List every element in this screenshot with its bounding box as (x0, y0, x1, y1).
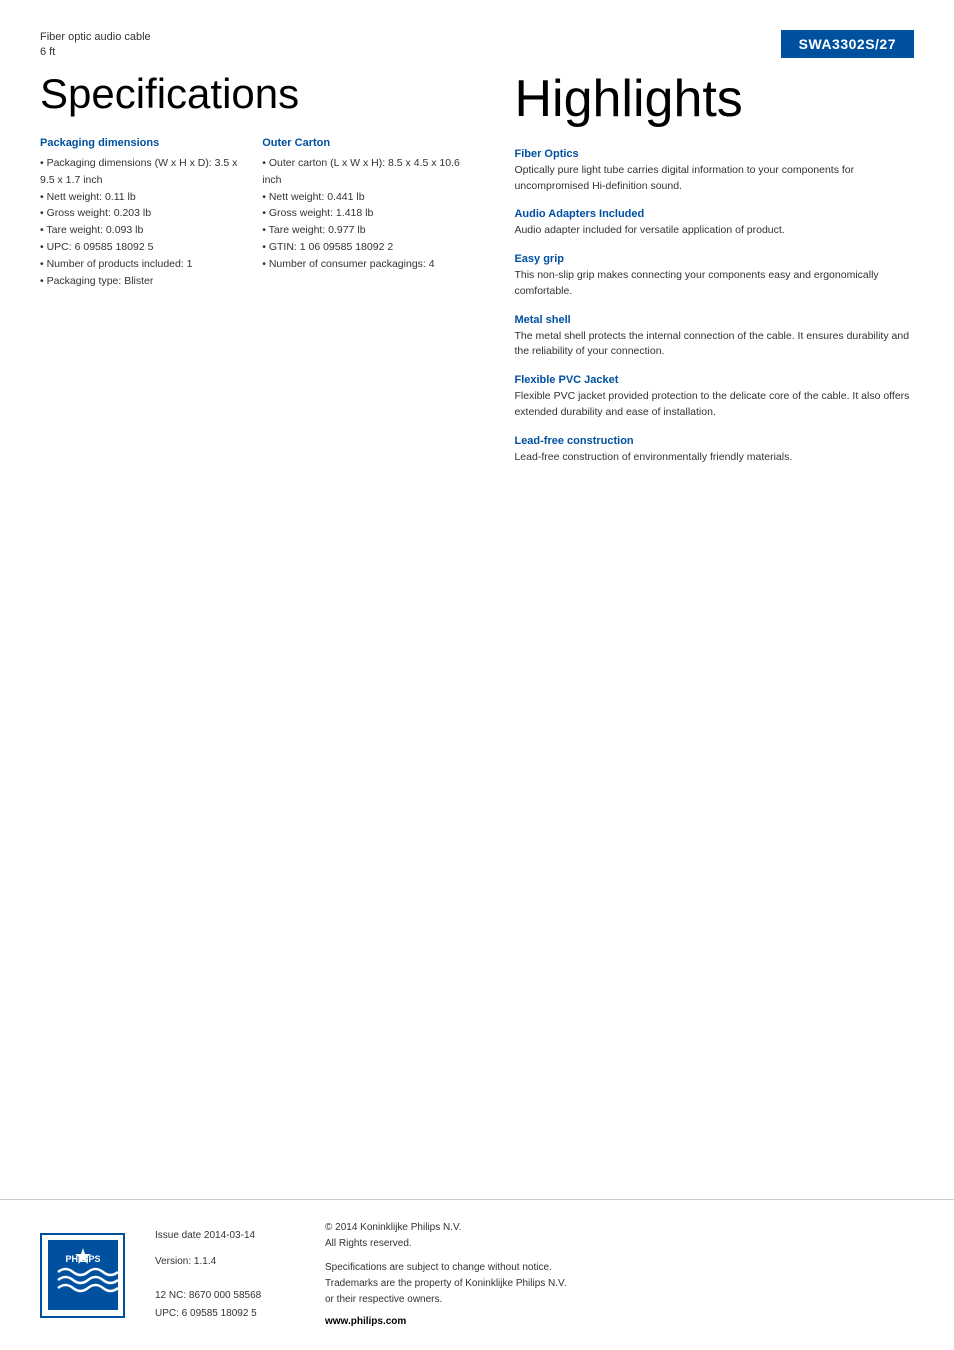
list-item: Number of products included: 1 (40, 256, 242, 273)
disclaimer1: Specifications are subject to change wit… (325, 1260, 567, 1276)
highlight-item: Audio Adapters Included Audio adapter inc… (514, 208, 914, 239)
list-item: Packaging type: Blister (40, 273, 242, 290)
list-item: Outer carton (L x W x H): 8.5 x 4.5 x 10… (262, 155, 464, 189)
outer-carton-title: Outer Carton (262, 137, 464, 149)
highlight-desc: Flexible PVC jacket provided protection … (514, 389, 914, 421)
version: Version: 1.1.4 (155, 1253, 295, 1271)
highlight-desc: This non-slip grip makes connecting your… (514, 268, 914, 300)
highlight-desc: Lead-free construction of environmentall… (514, 450, 914, 466)
main-content: Specifications Packaging dimensions Pack… (40, 71, 914, 480)
outer-carton-list: Outer carton (L x W x H): 8.5 x 4.5 x 10… (262, 155, 464, 273)
issue-label: Issue date (155, 1230, 204, 1241)
issue-date: Issue date 2014-03-14 (155, 1227, 295, 1245)
highlight-title: Fiber Optics (514, 148, 914, 160)
nc-label: 12 NC: (155, 1290, 189, 1301)
copyright: © 2014 Koninklijke Philips N.V. (325, 1220, 567, 1236)
highlight-title: Easy grip (514, 253, 914, 265)
footer-meta: Issue date 2014-03-14 Version: 1.1.4 12 … (155, 1227, 295, 1323)
outer-carton-section: Outer Carton Outer carton (L x W x H): 8… (262, 137, 464, 289)
highlight-desc: Optically pure light tube carries digita… (514, 163, 914, 195)
right-column: Highlights Fiber Optics Optically pure li… (494, 71, 914, 480)
list-item: Tare weight: 0.977 lb (262, 222, 464, 239)
packaging-section: Packaging dimensions Packaging dimension… (40, 137, 242, 289)
philips-logo-svg: PHILIPS (48, 1240, 118, 1310)
header: Fiber optic audio cable 6 ft SWA3302S/27 (40, 30, 914, 61)
highlights-list: Fiber Optics Optically pure light tube ca… (514, 148, 914, 466)
list-item: Nett weight: 0.441 lb (262, 189, 464, 206)
upc-value: 6 09585 18092 5 (182, 1308, 257, 1319)
philips-logo: PHILIPS (40, 1233, 125, 1318)
highlight-item: Lead-free construction Lead-free construc… (514, 435, 914, 466)
list-item: GTIN: 1 06 09585 18092 2 (262, 239, 464, 256)
list-item: Gross weight: 1.418 lb (262, 205, 464, 222)
highlight-desc: The metal shell protects the internal co… (514, 329, 914, 361)
page: Fiber optic audio cable 6 ft SWA3302S/27… (0, 0, 954, 1350)
product-info: Fiber optic audio cable 6 ft (40, 30, 151, 61)
specs-title: Specifications (40, 71, 464, 117)
highlights-title: Highlights (514, 71, 914, 128)
list-item: Packaging dimensions (W x H x D): 3.5 x … (40, 155, 242, 189)
list-item: Gross weight: 0.203 lb (40, 205, 242, 222)
highlight-desc: Audio adapter included for versatile app… (514, 223, 914, 239)
upc: UPC: 6 09585 18092 5 (155, 1305, 295, 1323)
highlight-title: Flexible PVC Jacket (514, 374, 914, 386)
version-label: Version: (155, 1256, 194, 1267)
rights: All Rights reserved. (325, 1236, 567, 1252)
packaging-list: Packaging dimensions (W x H x D): 3.5 x … (40, 155, 242, 289)
left-sections: Packaging dimensions Packaging dimension… (40, 137, 464, 289)
website: www.philips.com (325, 1314, 567, 1330)
highlight-title: Audio Adapters Included (514, 208, 914, 220)
highlight-item: Flexible PVC Jacket Flexible PVC jacket p… (514, 374, 914, 421)
disclaimer2: Trademarks are the property of Koninklij… (325, 1276, 567, 1292)
disclaimer3: or their respective owners. (325, 1292, 567, 1308)
list-item: Number of consumer packagings: 4 (262, 256, 464, 273)
footer-legal: © 2014 Koninklijke Philips N.V. All Righ… (325, 1220, 567, 1330)
footer: PHILIPS Issue date 2014-03-14 Version: 1… (0, 1199, 954, 1350)
product-line2: 6 ft (40, 45, 151, 60)
list-item: Nett weight: 0.11 lb (40, 189, 242, 206)
upc-label: UPC: (155, 1308, 182, 1319)
highlight-item: Fiber Optics Optically pure light tube ca… (514, 148, 914, 195)
version-value: 1.1.4 (194, 1256, 216, 1267)
left-column: Specifications Packaging dimensions Pack… (40, 71, 494, 480)
list-item: Tare weight: 0.093 lb (40, 222, 242, 239)
issue-date-value: 2014-03-14 (204, 1230, 255, 1241)
highlight-title: Metal shell (514, 314, 914, 326)
model-badge: SWA3302S/27 (781, 30, 914, 58)
packaging-title: Packaging dimensions (40, 137, 242, 149)
highlight-item: Metal shell The metal shell protects the … (514, 314, 914, 361)
nc-value: 8670 000 58568 (189, 1290, 261, 1301)
highlight-title: Lead-free construction (514, 435, 914, 447)
highlight-item: Easy grip This non-slip grip makes connec… (514, 253, 914, 300)
product-line1: Fiber optic audio cable (40, 30, 151, 45)
list-item: UPC: 6 09585 18092 5 (40, 239, 242, 256)
nc: 12 NC: 8670 000 58568 (155, 1287, 295, 1305)
